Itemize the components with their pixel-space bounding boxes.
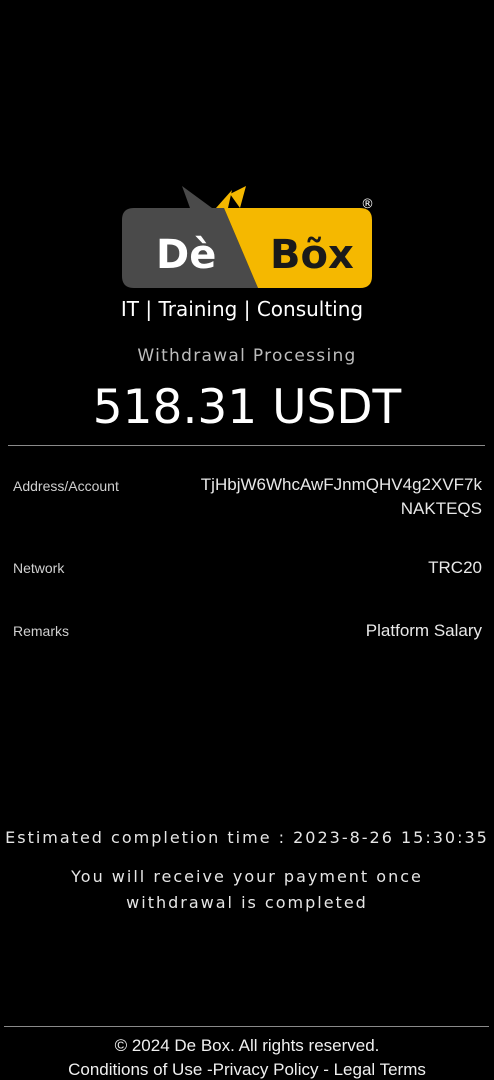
top-divider [8, 445, 485, 446]
conditions-of-use-link[interactable]: Conditions of Use [68, 1060, 202, 1079]
footer-divider [4, 1026, 489, 1027]
footer-separator: - [318, 1060, 334, 1079]
address-label: Address/Account [13, 478, 119, 494]
withdrawal-amount: 518.31 USDT [92, 380, 402, 435]
brand-left-text: Dè [156, 232, 216, 278]
network-value: TRC20 [428, 558, 482, 577]
payment-notice: You will receive your payment once withd… [71, 867, 423, 912]
address-value: TjHbjW6WhcAwFJnmQHV4g2XVF7kNAKTEQS [200, 475, 482, 518]
legal-terms-link[interactable]: Legal Terms [334, 1060, 426, 1079]
network-label: Network [13, 560, 65, 576]
footer-copyright: © 2024 De Box. All rights reserved. [114, 1036, 380, 1055]
brand-right-text: Bõx [270, 232, 354, 278]
estimated-completion-time: Estimated completion time : 2023-8-26 15… [5, 828, 489, 847]
privacy-policy-link[interactable]: Privacy Policy [213, 1060, 319, 1079]
footer-separator: - [202, 1060, 213, 1079]
remarks-value: Platform Salary [365, 621, 482, 640]
logo-tagline: IT | Training | Consulting [121, 297, 363, 321]
remarks-label: Remarks [13, 623, 70, 639]
logo: Dè Bõx ® IT | Training | Consulting [120, 184, 376, 322]
registered-mark: ® [361, 197, 374, 212]
debox-logo-graphic: Dè Bõx ® IT | Training | Consulting [121, 186, 374, 321]
withdrawal-status-label: Withdrawal Processing [137, 346, 357, 366]
footer-links: Conditions of Use -Privacy Policy - Lega… [0, 1060, 494, 1080]
